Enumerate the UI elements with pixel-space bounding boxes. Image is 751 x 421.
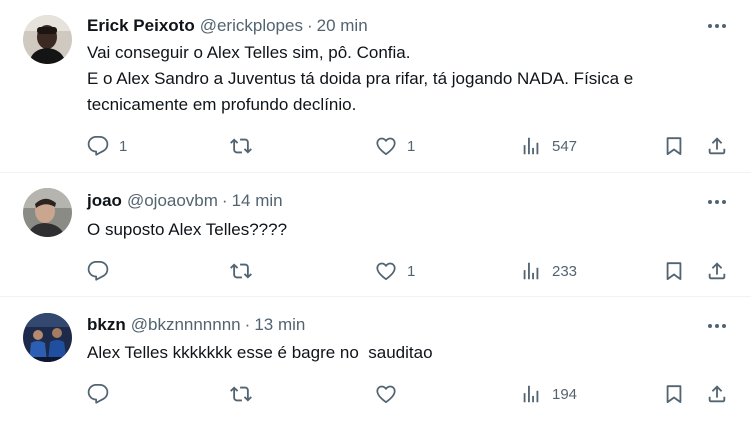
- separator-dot: ·: [244, 315, 251, 334]
- views-button[interactable]: 547: [520, 132, 577, 160]
- tweet[interactable]: bkzn @bkznnnnnnn · 13 min Alex Telles kk…: [0, 297, 751, 421]
- avatar[interactable]: [23, 15, 72, 64]
- tweet-text-line: Alex Telles kkkkkkk esse é bagre no saud…: [87, 343, 433, 362]
- tweet-text-line: O suposto Alex Telles????: [87, 220, 288, 239]
- share-icon: [708, 137, 726, 155]
- tweet-text-line: tecnicamente em profundo declínio.: [87, 95, 357, 114]
- tweet-text: Alex Telles kkkkkkk esse é bagre no saud…: [87, 340, 727, 366]
- like-count: 1: [407, 262, 416, 280]
- timestamp[interactable]: 13 min: [254, 315, 305, 335]
- views-count: 194: [552, 385, 578, 403]
- action-bar: 1 233: [0, 257, 751, 285]
- author-name[interactable]: Erick Peixoto: [87, 16, 195, 36]
- tweet-text-line: E o Alex Sandro a Juventus tá doida pra …: [87, 69, 634, 88]
- share-button[interactable]: [706, 380, 728, 408]
- avatar[interactable]: [23, 188, 72, 237]
- bookmark-button[interactable]: [663, 132, 685, 160]
- heart-icon: [376, 385, 396, 404]
- views-button[interactable]: 194: [520, 380, 577, 408]
- author-name[interactable]: joao: [87, 191, 122, 211]
- views-chart-icon: [523, 262, 539, 280]
- heart-icon: [376, 137, 396, 156]
- bookmark-button[interactable]: [663, 257, 685, 285]
- tweet-text: O suposto Alex Telles????: [87, 217, 727, 243]
- avatar[interactable]: [23, 313, 72, 362]
- share-button[interactable]: [706, 257, 728, 285]
- separator-dot: ·: [221, 191, 228, 210]
- bookmark-button[interactable]: [663, 380, 685, 408]
- reply-icon: [87, 260, 109, 281]
- tweet-header: joao @ojoaovbm · 14 min: [87, 190, 283, 212]
- tweet-text: Vai conseguir o Alex Telles sim, pô. Con…: [87, 40, 727, 118]
- more-dots-icon[interactable]: [705, 14, 729, 38]
- retweet-icon: [230, 386, 252, 402]
- action-bar: 194: [0, 380, 751, 408]
- views-count: 547: [552, 137, 578, 155]
- tweet-header: bkzn @bkznnnnnnn · 13 min: [87, 314, 305, 336]
- like-button[interactable]: 1: [375, 132, 415, 160]
- views-chart-icon: [523, 137, 539, 155]
- views-count: 233: [552, 262, 578, 280]
- reply-icon: [87, 135, 109, 156]
- timestamp[interactable]: 20 min: [317, 16, 368, 36]
- views-button[interactable]: 233: [520, 257, 577, 285]
- author-handle[interactable]: @bkznnnnnnn: [131, 315, 241, 335]
- like-button[interactable]: [375, 380, 407, 408]
- retweet-icon: [230, 263, 252, 279]
- timestamp[interactable]: 14 min: [232, 191, 283, 211]
- separator-dot: ·: [306, 16, 313, 35]
- author-handle[interactable]: @ojoaovbm: [127, 191, 218, 211]
- author-handle[interactable]: @erickplopes: [200, 16, 303, 36]
- bookmark-icon: [666, 137, 682, 155]
- views-chart-icon: [523, 385, 539, 403]
- like-count: 1: [407, 137, 416, 155]
- share-button[interactable]: [706, 132, 728, 160]
- retweet-button[interactable]: [230, 132, 262, 160]
- tweet[interactable]: joao @ojoaovbm · 14 min O suposto Alex T…: [0, 173, 751, 297]
- retweet-button[interactable]: [230, 257, 262, 285]
- reply-count: 1: [119, 137, 128, 155]
- share-icon: [708, 262, 726, 280]
- reply-icon: [87, 383, 109, 404]
- like-button[interactable]: 1: [375, 257, 415, 285]
- reply-button[interactable]: [87, 380, 119, 408]
- tweet[interactable]: Erick Peixoto @erickplopes · 20 min Vai …: [0, 0, 751, 173]
- reply-button[interactable]: [87, 257, 119, 285]
- bookmark-icon: [666, 385, 682, 403]
- retweet-icon: [230, 138, 252, 154]
- tweet-text-line: Vai conseguir o Alex Telles sim, pô. Con…: [87, 43, 411, 62]
- share-icon: [708, 385, 726, 403]
- reply-button[interactable]: 1: [87, 132, 127, 160]
- heart-icon: [376, 262, 396, 281]
- more-dots-icon[interactable]: [705, 314, 729, 338]
- reply-timeline: Erick Peixoto @erickplopes · 20 min Vai …: [0, 0, 751, 421]
- author-name[interactable]: bkzn: [87, 315, 126, 335]
- action-bar: 1 1 547: [0, 132, 751, 160]
- more-dots-icon[interactable]: [705, 190, 729, 214]
- tweet-header: Erick Peixoto @erickplopes · 20 min: [87, 15, 368, 37]
- bookmark-icon: [666, 262, 682, 280]
- retweet-button[interactable]: [230, 380, 262, 408]
